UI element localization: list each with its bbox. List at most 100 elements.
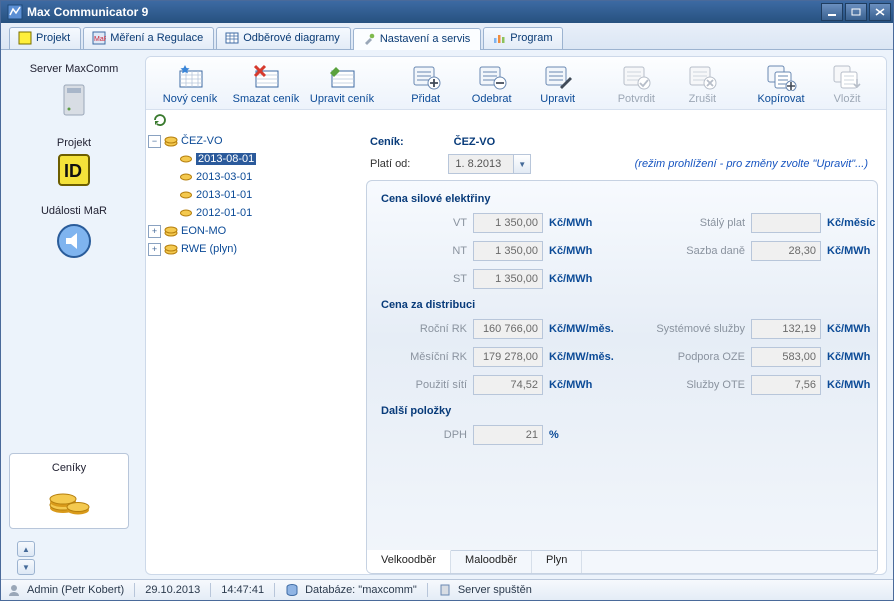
maximize-button[interactable]: [845, 3, 867, 21]
date-select[interactable]: 1. 8.2013 ▼: [448, 154, 531, 174]
pencil-icon: [542, 63, 574, 91]
chevron-down-icon[interactable]: ▼: [513, 155, 530, 173]
subtab-velkoodber[interactable]: Velkoodběr: [367, 550, 451, 573]
expand-icon[interactable]: +: [148, 243, 161, 256]
status-user: Admin (Petr Kobert): [27, 584, 124, 596]
tree-node-date[interactable]: 2013-01-01: [148, 186, 358, 204]
input-st[interactable]: 1 350,00: [473, 269, 543, 289]
rail-up-button[interactable]: ▲: [17, 541, 35, 557]
input-sys-sluzby[interactable]: 132,19: [751, 319, 821, 339]
minimize-button[interactable]: [821, 3, 843, 21]
paste-icon: [831, 63, 863, 91]
tree-node-rwe[interactable]: +RWE (plyn): [148, 240, 358, 258]
chart-icon: [492, 31, 506, 45]
tree-node-date[interactable]: 2012-01-01: [148, 204, 358, 222]
section-silova: Cena silové elektřiny: [381, 193, 863, 205]
database-icon: [285, 583, 299, 597]
toolbar-copy[interactable]: Kopírovat: [750, 61, 812, 107]
expand-icon[interactable]: +: [148, 225, 161, 238]
copy-icon: [765, 63, 797, 91]
svg-text:MaR: MaR: [94, 36, 106, 43]
tools-icon: [362, 32, 376, 46]
user-icon: [7, 583, 21, 597]
tab-program[interactable]: Program: [483, 27, 563, 49]
collapse-icon[interactable]: −: [148, 135, 161, 148]
toolbar-confirm: Potvrdit: [605, 61, 667, 107]
input-dph[interactable]: 21: [473, 425, 543, 445]
speaker-icon: [54, 221, 94, 261]
cancel-icon: [686, 63, 718, 91]
input-rocni-rk[interactable]: 160 766,00: [473, 319, 543, 339]
check-icon: [620, 63, 652, 91]
rail-ceniky[interactable]: Ceníky: [9, 453, 129, 529]
new-icon: [174, 63, 206, 91]
input-nt[interactable]: 1 350,00: [473, 241, 543, 261]
coin-icon: [179, 171, 193, 183]
server-icon: [54, 79, 94, 119]
input-podpora-oze[interactable]: 583,00: [751, 347, 821, 367]
section-dalsi: Další položky: [381, 405, 863, 417]
close-button[interactable]: [869, 3, 891, 21]
toolbar-remove[interactable]: Odebrat: [461, 61, 523, 107]
window-title: Max Communicator 9: [27, 5, 821, 19]
status-time: 14:47:41: [221, 584, 264, 596]
toolbar-cancel: Zrušit: [671, 61, 733, 107]
section-distribuce: Cena za distribuci: [381, 299, 863, 311]
price-panel: Cena silové elektřiny VT1 350,00Kč/MWh S…: [366, 180, 878, 574]
tree-node-date[interactable]: 2013-08-01: [148, 150, 358, 168]
folder-coins-icon: [164, 135, 178, 147]
coin-icon: [179, 189, 193, 201]
server-small-icon: [438, 583, 452, 597]
sub-tabs: Velkoodběr Maloodběr Plyn: [367, 550, 877, 573]
tree-node-eon[interactable]: +EON-MO: [148, 222, 358, 240]
main-tabs: Projekt MaR Měření a Regulace Odběrové d…: [1, 23, 893, 50]
toolbar-add[interactable]: Přidat: [395, 61, 457, 107]
input-mesicni-rk[interactable]: 179 278,00: [473, 347, 543, 367]
side-rail: Server MaxComm Projekt ID Události MaR C…: [1, 50, 143, 579]
mar-icon: MaR: [92, 31, 106, 45]
input-vt[interactable]: 1 350,00: [473, 213, 543, 233]
rail-projekt[interactable]: Projekt ID: [9, 132, 139, 192]
label-cenik: Ceník:: [370, 136, 404, 148]
edit-icon: [326, 63, 358, 91]
rail-spinner: ▲ ▼: [17, 541, 35, 575]
coin-icon: [179, 207, 193, 219]
delete-icon: [250, 63, 282, 91]
coin-icon: [179, 153, 193, 165]
rail-udalosti[interactable]: Události MaR: [9, 200, 139, 266]
tab-odber[interactable]: Odběrové diagramy: [216, 27, 351, 49]
svg-text:ID: ID: [64, 161, 82, 181]
subtab-plyn[interactable]: Plyn: [532, 551, 582, 573]
pricelist-tree: − ČEZ-VO 2013-08-01 2013-03-01 2013-01-0…: [146, 128, 362, 574]
rail-server[interactable]: Server MaxComm: [9, 58, 139, 124]
toolbar-delete[interactable]: Smazat ceník: [230, 61, 302, 107]
toolbar: Nový ceník Smazat ceník Upravit ceník: [146, 57, 886, 110]
toolbar-edit[interactable]: Upravit ceník: [306, 61, 378, 107]
tree-node-cez[interactable]: − ČEZ-VO: [148, 132, 358, 150]
table-icon: [225, 31, 239, 45]
subtab-maloodber[interactable]: Maloodběr: [451, 551, 532, 573]
rail-down-button[interactable]: ▼: [17, 559, 35, 575]
input-pouziti-siti[interactable]: 74,52: [473, 375, 543, 395]
square-icon: [18, 31, 32, 45]
coins-icon: [46, 478, 92, 518]
id-icon: ID: [57, 153, 91, 187]
tree-node-date[interactable]: 2013-03-01: [148, 168, 358, 186]
input-sluzby-ote[interactable]: 7,56: [751, 375, 821, 395]
tab-projekt[interactable]: Projekt: [9, 27, 81, 49]
status-bar: Admin (Petr Kobert) 29.10.2013 14:47:41 …: [1, 579, 893, 600]
label-plati-od: Platí od:: [370, 158, 410, 170]
toolbar-new[interactable]: Nový ceník: [154, 61, 226, 107]
toolbar-modify[interactable]: Upravit: [527, 61, 589, 107]
value-cenik: ČEZ-VO: [454, 136, 496, 148]
remove-icon: [476, 63, 508, 91]
tab-mar[interactable]: MaR Měření a Regulace: [83, 27, 214, 49]
refresh-icon[interactable]: [152, 112, 168, 128]
mode-hint: (režim prohlížení - pro změny zvolte "Up…: [635, 158, 874, 170]
status-server: Server spuštěn: [458, 584, 532, 596]
folder-coins-icon: [164, 243, 178, 255]
tab-nastaveni[interactable]: Nastavení a servis: [353, 28, 481, 50]
input-staly-plat[interactable]: [751, 213, 821, 233]
input-sazba-dane[interactable]: 28,30: [751, 241, 821, 261]
toolbar-paste: Vložit: [816, 61, 878, 107]
